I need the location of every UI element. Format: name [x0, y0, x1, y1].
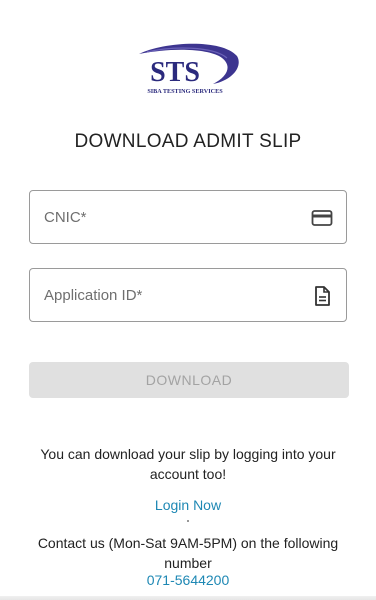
credit-card-icon: [311, 208, 333, 228]
logo-subtitle: SIBA TESTING SERVICES: [147, 88, 223, 95]
cnic-field[interactable]: [29, 190, 347, 244]
page-title: DOWNLOAD ADMIT SLIP: [74, 131, 302, 152]
application-id-input[interactable]: [44, 269, 304, 321]
bottom-divider: [0, 596, 376, 600]
login-now-link[interactable]: Login Now: [0, 497, 376, 513]
contact-info-text: Contact us (Mon-Sat 9AM-5PM) on the foll…: [37, 535, 339, 571]
cnic-input[interactable]: [44, 191, 304, 243]
download-button[interactable]: DOWNLOAD: [29, 362, 349, 398]
sts-logo: STS SIBA TESTING SERVICES: [0, 40, 376, 101]
phone-link[interactable]: 071-5644200: [0, 572, 376, 588]
application-id-field[interactable]: [29, 268, 347, 322]
logo-text: STS: [150, 57, 200, 88]
document-icon: [311, 286, 333, 306]
login-info-text: You can download your slip by logging in…: [40, 446, 336, 482]
separator-dot: [187, 520, 189, 522]
